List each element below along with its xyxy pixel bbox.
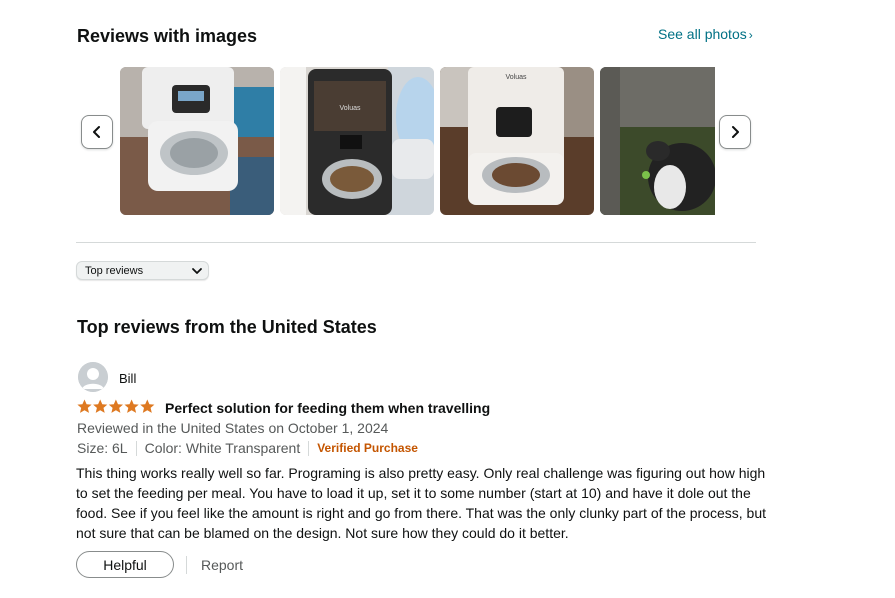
feeder-photo-3: Voluas — [440, 67, 594, 215]
avatar — [78, 362, 108, 392]
five-star-icon — [77, 399, 155, 413]
meta-divider — [308, 440, 310, 456]
review-image-thumbnail-1[interactable] — [120, 67, 274, 215]
review-image-thumbnail-4[interactable] — [600, 67, 715, 215]
review-body: This thing works really well so far. Pro… — [76, 465, 767, 541]
sort-reviews-dropdown[interactable]: Top reviews — [76, 261, 209, 280]
chevron-down-icon — [192, 268, 202, 274]
chevron-right-icon: › — [748, 28, 753, 42]
product-size: Size: 6L — [77, 440, 128, 456]
product-color: Color: White Transparent — [144, 440, 301, 456]
meta-divider — [135, 440, 137, 456]
verified-purchase-badge: Verified Purchase — [317, 441, 418, 455]
review-image-thumbnail-2[interactable]: Voluas — [280, 67, 434, 215]
feeder-photo-1 — [120, 67, 274, 215]
review-date: Reviewed in the United States on October… — [77, 420, 389, 436]
reviews-with-images-title: Reviews with images — [77, 26, 258, 46]
reviewer-name[interactable]: Bill — [119, 371, 136, 386]
review-meta: Size: 6L Color: White Transparent Verifi… — [77, 440, 418, 456]
chevron-right-icon — [732, 126, 739, 138]
action-divider — [186, 556, 187, 574]
review-title[interactable]: Perfect solution for feeding them when t… — [165, 400, 490, 416]
review-image-thumbnail-3[interactable]: Voluas — [440, 67, 594, 215]
helpful-button[interactable]: Helpful — [76, 551, 174, 578]
feeder-photo-2: Voluas — [280, 67, 434, 215]
see-all-photos-link[interactable]: See all photos › — [658, 26, 753, 42]
section-divider — [76, 242, 756, 243]
user-icon — [78, 362, 108, 392]
thumbnail-brand-text: Voluas — [505, 74, 527, 81]
carousel-next-button[interactable] — [719, 115, 751, 149]
report-link[interactable]: Report — [201, 557, 243, 573]
carousel-prev-button[interactable] — [81, 115, 113, 149]
sort-selected-label: Top reviews — [85, 264, 144, 277]
star-rating[interactable] — [77, 399, 155, 414]
cat-photo — [600, 67, 715, 215]
thumbnail-brand-text: Voluas — [339, 105, 361, 112]
top-reviews-heading: Top reviews from the United States — [77, 317, 377, 337]
see-all-photos-label: See all photos — [658, 26, 747, 42]
chevron-left-icon — [93, 126, 100, 138]
